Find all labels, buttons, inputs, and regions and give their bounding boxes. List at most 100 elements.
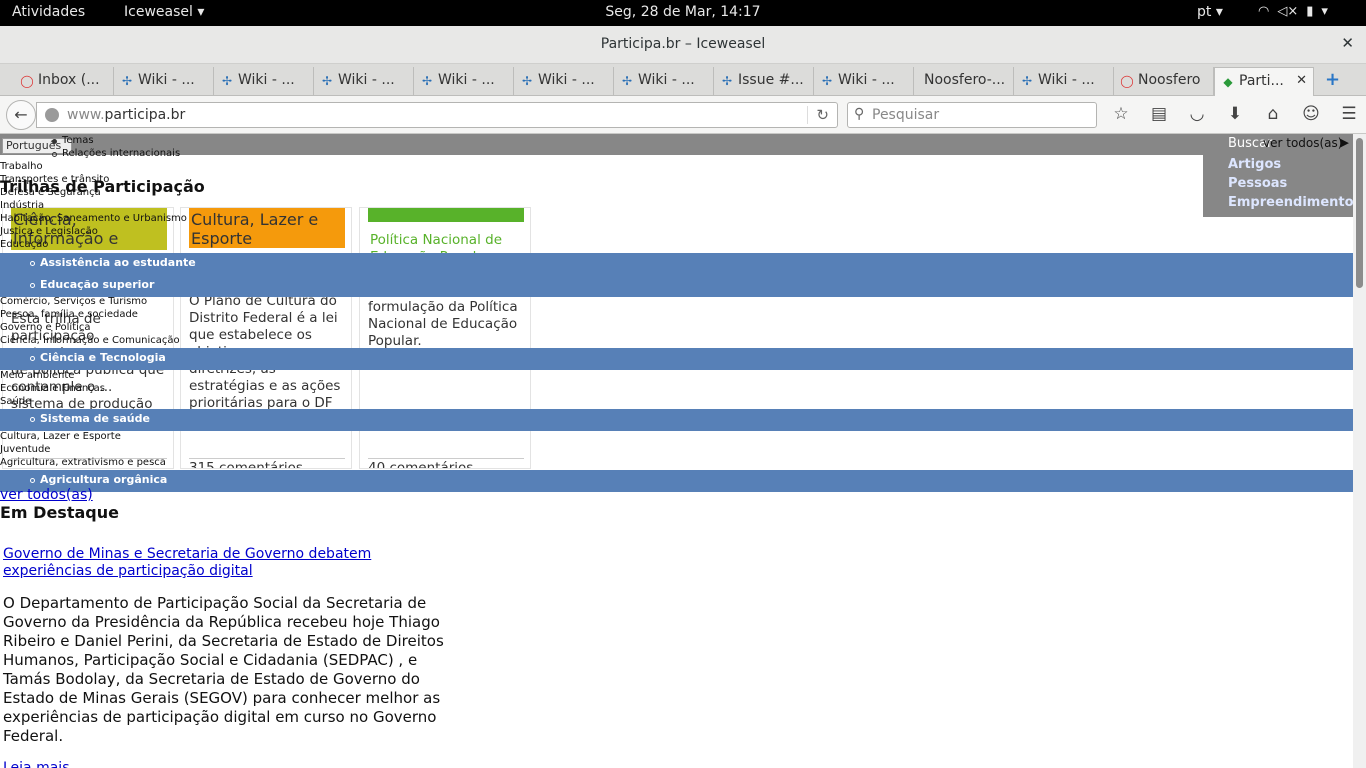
reload-icon[interactable]: ↻ xyxy=(807,106,829,124)
wiki-icon: ✢ xyxy=(521,74,533,88)
menu-item[interactable]: Juventude xyxy=(0,444,50,455)
bullet-icon xyxy=(30,261,35,266)
tab[interactable]: ✢ Wiki - ... xyxy=(214,67,314,96)
side-link-empreendimentos[interactable]: Empreendimentos xyxy=(1228,195,1353,210)
card-divider xyxy=(189,458,345,459)
submenu-label: Assistência ao estudante xyxy=(40,256,196,269)
card-title: Cultura, Lazer e Esporte xyxy=(189,208,345,248)
tab-label: Wiki - ... xyxy=(638,72,695,88)
tab[interactable]: ✢ Wiki - ... xyxy=(114,67,214,96)
menu-item[interactable]: Agricultura, extrativismo e pesca xyxy=(0,457,166,468)
menu-item[interactable]: Saúde xyxy=(0,396,31,407)
menu-item[interactable]: Educação xyxy=(0,239,48,250)
submenu-bar[interactable]: Assistência ao estudante xyxy=(0,253,1353,275)
page-scrollbar[interactable] xyxy=(1353,134,1366,768)
wiki-icon: ✢ xyxy=(821,74,833,88)
wiki-icon: ✢ xyxy=(421,74,433,88)
tab[interactable]: ✢ Wiki - ... xyxy=(514,67,614,96)
submenu-bar[interactable]: Agricultura orgânica xyxy=(0,470,1353,492)
card-comments[interactable]: 40 comentários xyxy=(368,460,473,468)
chevron-down-icon: ▾ xyxy=(1215,4,1223,20)
opera-icon: ◯ xyxy=(20,74,34,88)
menu-item-temas[interactable]: Temas xyxy=(62,135,94,146)
tab-label: Inbox (... xyxy=(38,72,100,88)
back-button[interactable]: ← xyxy=(6,100,36,130)
menu-item[interactable]: Comércio, Serviços e Turismo xyxy=(0,296,147,307)
clock[interactable]: Seg, 28 de Mar, 14:17 xyxy=(605,4,760,20)
menu-item[interactable]: Economia e Finanças xyxy=(0,383,105,394)
menu-item[interactable]: Pessoa, família e sociedade xyxy=(0,309,138,320)
bookmark-star-icon[interactable]: ☆ xyxy=(1108,104,1134,124)
system-top-bar: Atividades Iceweasel ▾ Seg, 28 de Mar, 1… xyxy=(0,0,1366,26)
article-title-link[interactable]: Governo de Minas e Secretaria de Governo… xyxy=(3,546,463,580)
article-body: O Departamento de Participação Social da… xyxy=(3,594,444,745)
pocket-icon[interactable]: ◡ xyxy=(1184,104,1210,124)
tab-close-icon[interactable]: ✕ xyxy=(1296,73,1307,88)
tab-label: Noosfero xyxy=(1138,72,1201,88)
submenu-bar[interactable]: Educação superior xyxy=(0,275,1353,297)
card-color-strip xyxy=(368,208,524,222)
tab-active[interactable]: ◆ Parti... ✕ xyxy=(1214,67,1314,96)
chevron-down-icon: ▾ xyxy=(197,4,205,20)
chevron-down-icon: ▾ xyxy=(1321,4,1328,19)
menu-item[interactable]: Defesa e Segurança xyxy=(0,187,101,198)
submenu-bar[interactable]: Ciência e Tecnologia xyxy=(0,348,1353,370)
tab[interactable]: ✢ Wiki - ... xyxy=(314,67,414,96)
download-icon[interactable]: ⬇ xyxy=(1222,104,1248,124)
menu-item[interactable]: Indústria xyxy=(0,200,44,211)
ver-todos-top[interactable]: ver todos(as) xyxy=(1263,136,1342,150)
section-title-destaque: Em Destaque xyxy=(0,503,119,522)
submenu-bar[interactable]: Sistema de saúde xyxy=(0,409,1353,431)
bullet-icon xyxy=(52,139,57,144)
menu-item[interactable]: Ciência, Informação e Comunicação xyxy=(0,335,180,346)
wiki-icon: ✢ xyxy=(721,74,733,88)
tab[interactable]: ✢ Wiki - ... xyxy=(614,67,714,96)
app-menu-button[interactable]: Iceweasel ▾ xyxy=(124,4,204,20)
wifi-icon: ◠ xyxy=(1258,4,1270,19)
wiki-icon: ✢ xyxy=(621,74,633,88)
menu-item[interactable]: Transportes e trânsito xyxy=(0,174,109,185)
tab-strip: ◯ Inbox (... ✢ Wiki - ... ✢ Wiki - ... ✢ Wik… xyxy=(0,64,1366,96)
card-comments[interactable]: 315 comentários xyxy=(189,460,303,468)
toolbar-icons: ☆ ▤ ◡ ⬇ ⌂ ☺ ☰ xyxy=(1108,104,1362,124)
window-close-button[interactable]: ✕ xyxy=(1341,34,1354,52)
tab[interactable]: ✢ Wiki - ... xyxy=(1014,67,1114,96)
menu-item[interactable]: Justiça e Legislação xyxy=(0,226,98,237)
search-input[interactable]: ⚲ Pesquisar xyxy=(847,102,1097,128)
menu-item-relacoes[interactable]: Relações internacionais xyxy=(62,148,180,159)
ver-todos-link[interactable]: ver todos(as) xyxy=(0,487,93,503)
home-icon[interactable]: ⌂ xyxy=(1260,104,1286,124)
tab[interactable]: ◯ Inbox (... xyxy=(14,67,114,96)
reading-list-icon[interactable]: ▤ xyxy=(1146,104,1172,124)
tab-label: Wiki - ... xyxy=(238,72,295,88)
tab[interactable]: ◯ Noosfero xyxy=(1114,67,1214,96)
menu-item[interactable]: Trabalho xyxy=(0,161,43,172)
menu-item[interactable]: Cultura, Lazer e Esporte xyxy=(0,431,121,442)
tab[interactable]: ✢ Wiki - ... xyxy=(414,67,514,96)
url-bar[interactable]: www.participa.br ↻ xyxy=(36,102,838,128)
wiki-icon: ✢ xyxy=(121,74,133,88)
menu-item[interactable]: Meio ambiente xyxy=(0,370,74,381)
new-tab-button[interactable]: + xyxy=(1325,69,1340,90)
url-prefix: www. xyxy=(67,107,105,123)
scrollbar-thumb[interactable] xyxy=(1356,138,1363,288)
read-more-link[interactable]: Leia mais xyxy=(3,760,70,768)
tab-label: Noosfero-... xyxy=(924,72,1006,88)
side-link-artigos[interactable]: Artigos xyxy=(1228,157,1281,172)
bullet-icon xyxy=(30,356,35,361)
menu-item[interactable]: Governo e Política xyxy=(0,322,91,333)
wiki-icon: ✢ xyxy=(1021,74,1033,88)
menu-item[interactable]: Habitação, Saneamento e Urbanismo xyxy=(0,213,187,224)
chat-icon[interactable]: ☺ xyxy=(1298,104,1324,124)
activities-button[interactable]: Atividades xyxy=(12,4,85,20)
tab-label: Issue #... xyxy=(738,72,804,88)
side-link-pessoas[interactable]: Pessoas xyxy=(1228,176,1287,191)
tab-label: Wiki - ... xyxy=(538,72,595,88)
tab[interactable]: Noosfero-... xyxy=(914,67,1014,96)
hamburger-menu-icon[interactable]: ☰ xyxy=(1336,104,1362,124)
language-indicator[interactable]: pt ▾ xyxy=(1197,4,1223,20)
status-tray[interactable]: ◠ ◁× ▮ ▾ xyxy=(1258,4,1328,19)
tab[interactable]: ✢ Issue #... xyxy=(714,67,814,96)
url-domain: participa.br xyxy=(104,107,186,123)
tab[interactable]: ✢ Wiki - ... xyxy=(814,67,914,96)
